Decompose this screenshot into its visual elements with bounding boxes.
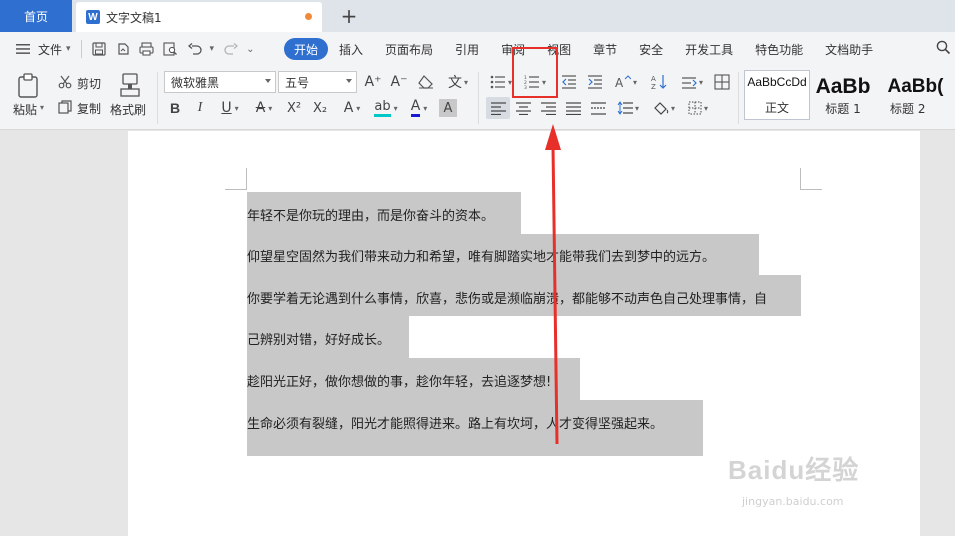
watermark-logo: Baidu经验 [728,455,860,485]
watermark-url: jingyan.baidu.com [742,495,844,508]
